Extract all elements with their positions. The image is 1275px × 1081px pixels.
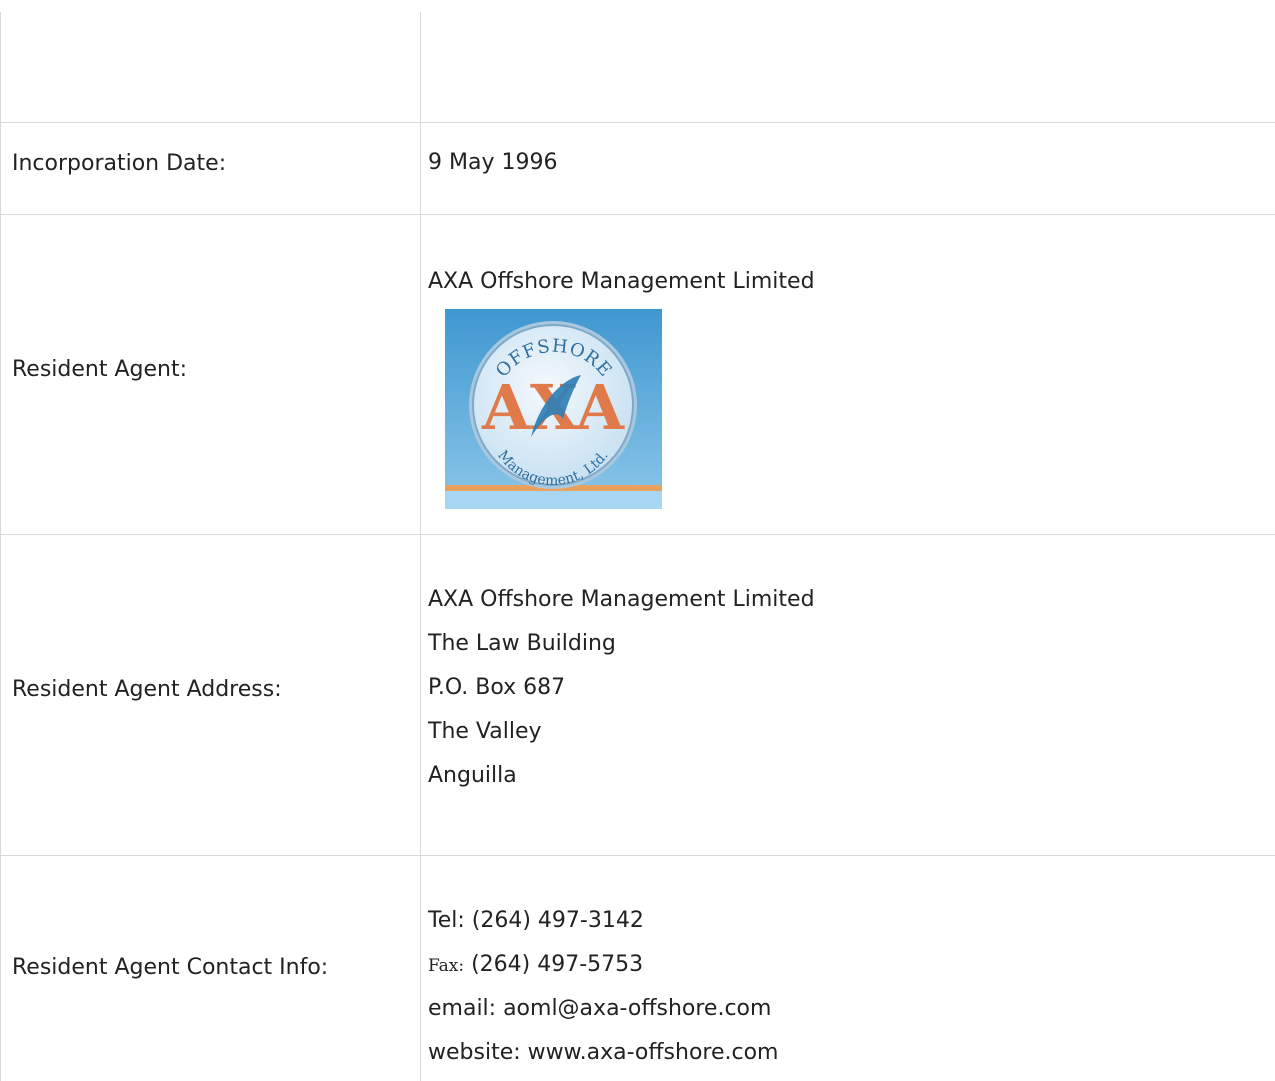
fax-prefix: Fax: bbox=[428, 956, 465, 976]
address-line: P.O. Box 687 bbox=[428, 675, 566, 700]
table-left-border bbox=[0, 12, 1, 1081]
address-line: The Valley bbox=[428, 719, 542, 744]
row-divider bbox=[0, 122, 1275, 123]
contact-website[interactable]: website: www.axa-offshore.com bbox=[428, 1031, 778, 1075]
fax-number: (264) 497-5753 bbox=[471, 952, 644, 977]
resident-agent-name: AXA Offshore Management Limited bbox=[428, 269, 815, 294]
incorporation-date-value: 9 May 1996 bbox=[428, 150, 558, 175]
address-line: The Law Building bbox=[428, 631, 616, 656]
resident-agent-contact-label: Resident Agent Contact Info: bbox=[12, 955, 329, 980]
contact-email[interactable]: email: aoml@axa-offshore.com bbox=[428, 987, 771, 1031]
column-divider bbox=[420, 12, 421, 1081]
contact-tel: Tel: (264) 497-3142 bbox=[428, 908, 644, 933]
address-line: AXA Offshore Management Limited bbox=[428, 587, 815, 612]
row-divider bbox=[0, 534, 1275, 535]
contact-fax: Fax: (264) 497-5753 bbox=[428, 943, 643, 988]
row-divider bbox=[0, 855, 1275, 856]
resident-agent-address-label: Resident Agent Address: bbox=[12, 677, 282, 702]
incorporation-date-label: Incorporation Date: bbox=[12, 151, 227, 176]
axa-offshore-logo: OFFSHORE AXA Management, Ltd. bbox=[445, 309, 662, 509]
address-line: Anguilla bbox=[428, 763, 517, 788]
resident-agent-label: Resident Agent: bbox=[12, 357, 188, 382]
row-divider bbox=[0, 214, 1275, 215]
